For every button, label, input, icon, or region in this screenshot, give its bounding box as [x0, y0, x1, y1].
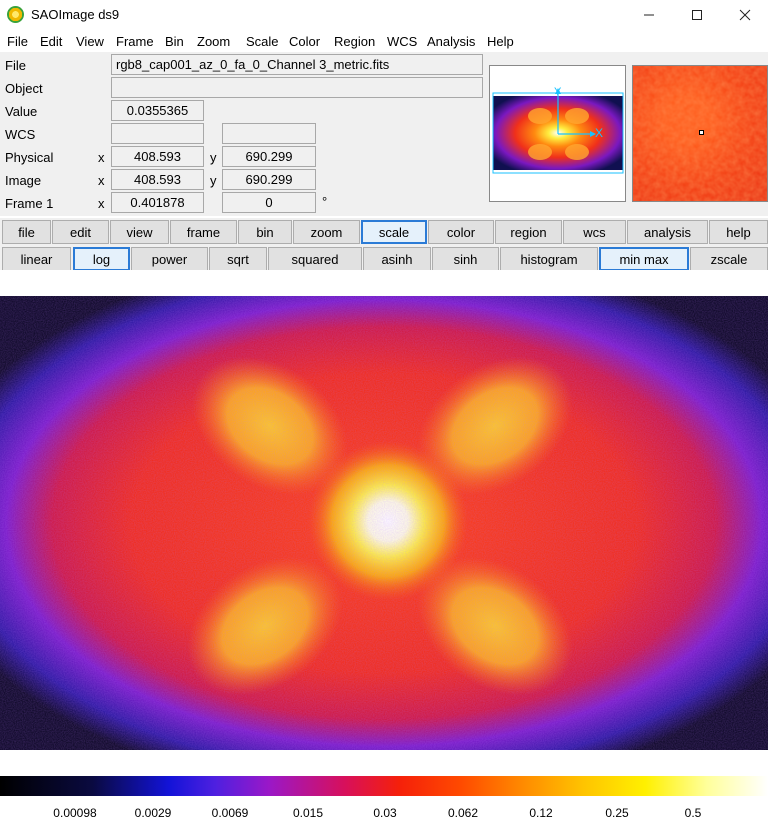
file-value: rgb8_cap001_az_0_fa_0_Channel 3_metric.f…: [111, 54, 483, 75]
btn-wcs[interactable]: wcs: [563, 220, 626, 244]
btn-power[interactable]: power: [131, 247, 208, 271]
colorbar-tick: 0.015: [292, 806, 324, 820]
btn-log[interactable]: log: [73, 247, 130, 271]
btn-linear[interactable]: linear: [2, 247, 71, 271]
menu-bar: File Edit View Frame Bin Zoom Scale Colo…: [0, 30, 768, 52]
ds9-logo-icon: [7, 6, 24, 23]
menu-help[interactable]: Help: [487, 34, 514, 49]
frame-zoom-field: 0.401878: [111, 192, 204, 213]
title-bar: SAOImage ds9: [0, 0, 768, 30]
close-button[interactable]: [722, 0, 768, 30]
frame-angle-field: 0: [222, 192, 316, 213]
colorbar-tick: 0.12: [529, 806, 553, 820]
btn-histogram[interactable]: histogram: [500, 247, 598, 271]
btn-color[interactable]: color: [428, 220, 494, 244]
fits-image: [0, 296, 768, 750]
btn-view[interactable]: view: [110, 220, 169, 244]
menu-frame[interactable]: Frame: [116, 34, 154, 49]
btn-asinh[interactable]: asinh: [363, 247, 431, 271]
image-y-field: 690.299: [222, 169, 316, 190]
image-x-label: x: [98, 173, 105, 188]
btn-help[interactable]: help: [709, 220, 768, 244]
menu-analysis[interactable]: Analysis: [427, 34, 475, 49]
image-display[interactable]: [0, 296, 768, 750]
image-bottom-gap: [0, 750, 768, 775]
physical-x-field: 408.593: [111, 146, 204, 167]
image-label: Image: [5, 173, 42, 188]
btn-min-max[interactable]: min max: [599, 247, 689, 271]
degree-label: °: [322, 194, 328, 209]
btn-frame[interactable]: frame: [170, 220, 237, 244]
btn-edit[interactable]: edit: [52, 220, 109, 244]
close-icon: [739, 9, 751, 21]
value-field: 0.0355365: [111, 100, 204, 121]
btn-file[interactable]: file: [2, 220, 51, 244]
btn-analysis[interactable]: analysis: [627, 220, 708, 244]
colorbar-tick: 0.062: [447, 806, 479, 820]
frame-x-label: x: [98, 196, 105, 211]
colorbar-tick: 0.03: [373, 806, 397, 820]
btn-sqrt[interactable]: sqrt: [209, 247, 267, 271]
physical-y-label: y: [210, 150, 217, 165]
frame-label: Frame 1: [5, 196, 54, 211]
btn-bin[interactable]: bin: [238, 220, 292, 244]
main-button-bar: file edit view frame bin zoom scale colo…: [0, 218, 768, 245]
value-label: Value: [5, 104, 38, 119]
panner-x-label: X: [595, 126, 604, 140]
separator: [0, 270, 768, 296]
btn-sinh[interactable]: sinh: [432, 247, 499, 271]
physical-x-label: x: [98, 150, 105, 165]
wcs-y-field: [222, 123, 316, 144]
menu-file[interactable]: File: [7, 34, 28, 49]
panner-y-label: Y: [554, 86, 562, 98]
maximize-button[interactable]: [674, 0, 720, 30]
image-y-label: y: [210, 173, 217, 188]
menu-bin[interactable]: Bin: [165, 34, 184, 49]
physical-label: Physical: [5, 150, 54, 165]
scale-button-bar: linear log power sqrt squared asinh sinh…: [0, 245, 768, 272]
wcs-x-field: [111, 123, 204, 144]
colorbar[interactable]: [0, 776, 768, 796]
wcs-label: WCS: [5, 127, 36, 142]
menu-color[interactable]: Color: [289, 34, 320, 49]
panner[interactable]: X Y: [489, 65, 626, 202]
btn-squared[interactable]: squared: [268, 247, 362, 271]
image-x-field: 408.593: [111, 169, 204, 190]
btn-region[interactable]: region: [495, 220, 562, 244]
file-label: File: [5, 58, 26, 73]
menu-zoom[interactable]: Zoom: [197, 34, 230, 49]
window-title: SAOImage ds9: [31, 7, 120, 22]
menu-wcs[interactable]: WCS: [387, 34, 417, 49]
colorbar-tick: 0.00098: [53, 806, 97, 820]
menu-edit[interactable]: Edit: [40, 34, 62, 49]
btn-zscale[interactable]: zscale: [690, 247, 768, 271]
menu-region[interactable]: Region: [334, 34, 375, 49]
object-value: [111, 77, 483, 98]
btn-scale[interactable]: scale: [361, 220, 427, 244]
object-label: Object: [5, 81, 43, 96]
btn-zoom[interactable]: zoom: [293, 220, 360, 244]
colorbar-tick: 0.5: [684, 806, 702, 820]
colorbar-tick: 0.0029: [134, 806, 172, 820]
minimize-icon: [644, 14, 654, 16]
maximize-icon: [692, 10, 702, 20]
colorbar-tick: 0.25: [605, 806, 629, 820]
menu-view[interactable]: View: [76, 34, 104, 49]
minimize-button[interactable]: [626, 0, 672, 30]
magnifier-cursor: [699, 130, 704, 135]
physical-y-field: 690.299: [222, 146, 316, 167]
colorbar-tick: 0.0069: [211, 806, 249, 820]
menu-scale[interactable]: Scale: [246, 34, 279, 49]
